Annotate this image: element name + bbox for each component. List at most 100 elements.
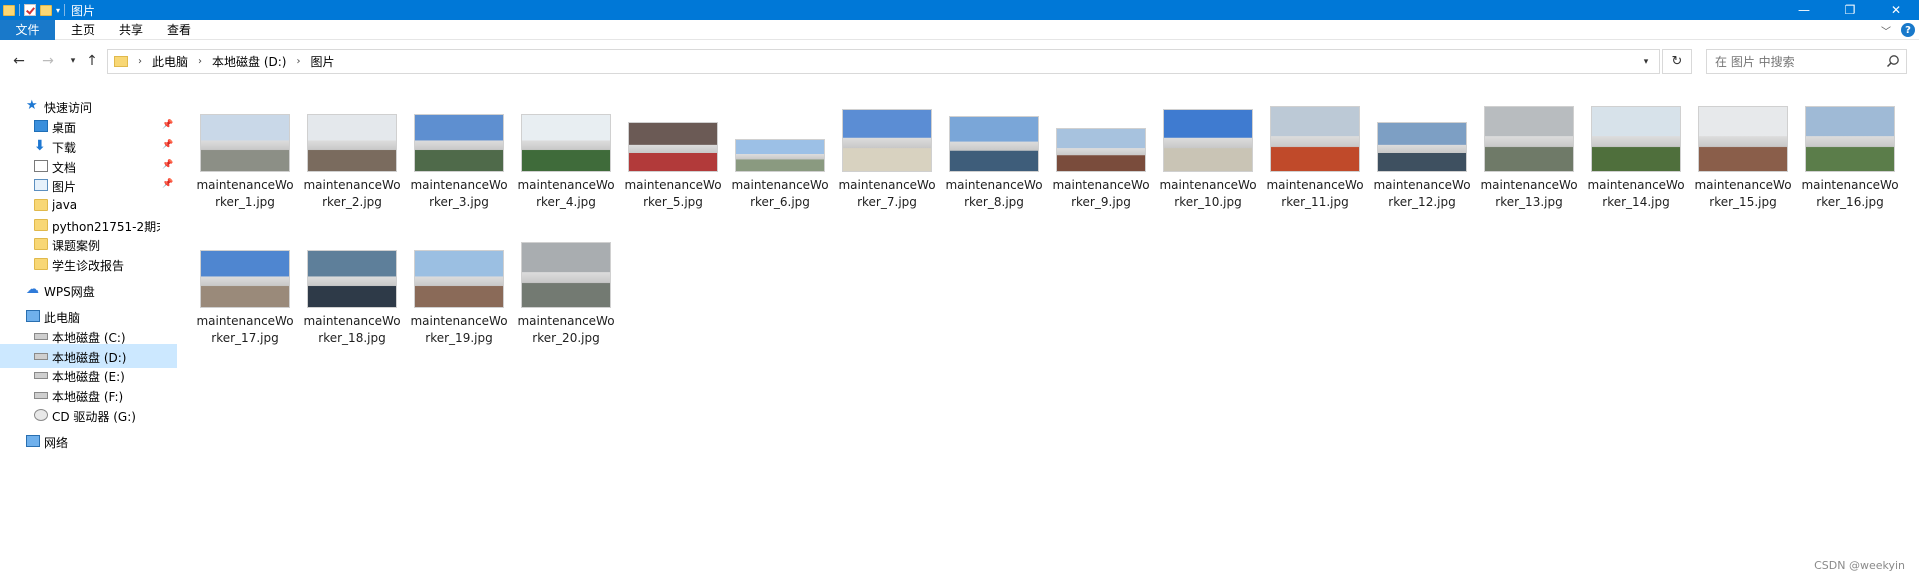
image-thumbnail [307, 114, 397, 172]
file-item[interactable]: maintenanceWorker_16.jpg [1799, 102, 1901, 211]
recent-locations-chevron-icon[interactable]: ▾ [66, 51, 80, 71]
file-name: maintenanceWorker_1.jpg [196, 178, 294, 209]
file-name: maintenanceWorker_20.jpg [517, 314, 615, 345]
image-thumbnail [200, 250, 290, 308]
help-icon[interactable]: ? [1901, 23, 1915, 37]
image-thumbnail [414, 114, 504, 172]
search-input[interactable] [1707, 51, 1877, 72]
thumbnail-frame [515, 238, 617, 308]
sidebar-item[interactable]: CD 驱动器 (G:) [0, 403, 177, 427]
file-name: maintenanceWorker_18.jpg [303, 314, 401, 345]
sidebar-item-label: WPS网盘 [44, 285, 95, 299]
pin-icon: 📌 [162, 120, 174, 130]
file-item[interactable]: maintenanceWorker_15.jpg [1692, 102, 1794, 211]
thumbnail-frame [1157, 102, 1259, 172]
minimize-button[interactable]: — [1781, 0, 1827, 20]
navigation-bar: ← → ▾ ↑ › 此电脑 › 本地磁盘 (D:) › 图片 ▾ ↻ [0, 41, 1919, 82]
tab-share[interactable]: 共享 [107, 20, 155, 40]
file-name: maintenanceWorker_7.jpg [838, 178, 936, 209]
back-button[interactable]: ← [9, 51, 29, 71]
file-item[interactable]: maintenanceWorker_13.jpg [1478, 102, 1580, 211]
desktop-icon [34, 120, 48, 132]
drive-icon [34, 372, 48, 379]
file-item[interactable]: maintenanceWorker_12.jpg [1371, 102, 1473, 211]
expand-ribbon-icon[interactable]: ﹀ [1881, 23, 1891, 38]
folder-icon [114, 56, 128, 67]
breadcrumb-this-pc[interactable]: 此电脑 [152, 53, 188, 70]
address-history-chevron-icon[interactable]: ▾ [1633, 50, 1659, 73]
file-name: maintenanceWorker_3.jpg [410, 178, 508, 209]
file-name: maintenanceWorker_14.jpg [1587, 178, 1685, 209]
file-item[interactable]: maintenanceWorker_17.jpg [194, 238, 296, 347]
folder-icon [34, 219, 48, 231]
file-item[interactable]: maintenanceWorker_18.jpg [301, 238, 403, 347]
separator [64, 4, 66, 16]
thumbnail-frame [408, 238, 510, 308]
file-item[interactable]: maintenanceWorker_7.jpg [836, 102, 938, 211]
file-item[interactable]: maintenanceWorker_14.jpg [1585, 102, 1687, 211]
sidebar-item-label: 网络 [44, 436, 69, 450]
file-name: maintenanceWorker_10.jpg [1159, 178, 1257, 209]
forward-button[interactable]: → [38, 51, 58, 71]
up-button[interactable]: ↑ [82, 51, 102, 71]
chevron-right-icon[interactable]: › [198, 56, 202, 67]
title-bar: ▾ 图片 — ❐ ✕ [0, 0, 1919, 20]
file-item[interactable]: maintenanceWorker_1.jpg [194, 102, 296, 211]
chevron-right-icon[interactable]: › [296, 56, 300, 67]
close-button[interactable]: ✕ [1873, 0, 1919, 20]
drive-icon [34, 333, 48, 340]
file-item[interactable]: maintenanceWorker_5.jpg [622, 102, 724, 211]
address-bar[interactable]: › 此电脑 › 本地磁盘 (D:) › 图片 ▾ [107, 49, 1660, 74]
file-name: maintenanceWorker_6.jpg [731, 178, 829, 209]
file-item[interactable]: maintenanceWorker_2.jpg [301, 102, 403, 211]
document-icon [34, 160, 48, 172]
maximize-button[interactable]: ❐ [1827, 0, 1873, 20]
ribbon-tabs: 文件 主页 共享 查看 ﹀ ? [0, 19, 1919, 40]
search-icon[interactable] [1886, 54, 1900, 68]
file-item[interactable]: maintenanceWorker_8.jpg [943, 102, 1045, 211]
file-name: maintenanceWorker_19.jpg [410, 314, 508, 345]
image-thumbnail [842, 109, 932, 172]
file-item[interactable]: maintenanceWorker_10.jpg [1157, 102, 1259, 211]
computer-icon [26, 310, 40, 322]
sidebar-item[interactable]: 学生诊改报告 [0, 252, 177, 276]
thumbnail-frame [194, 102, 296, 172]
folder-icon [3, 4, 15, 16]
tab-home[interactable]: 主页 [55, 20, 107, 40]
tab-file[interactable]: 文件 [0, 19, 55, 40]
folder-icon [34, 199, 48, 211]
thumbnail-frame [1050, 102, 1152, 172]
sidebar-item[interactable]: 网络 [0, 429, 177, 453]
customize-quick-access-icon[interactable]: ▾ [56, 6, 60, 15]
file-name: maintenanceWorker_16.jpg [1801, 178, 1899, 209]
file-item[interactable]: maintenanceWorker_19.jpg [408, 238, 510, 347]
refresh-button[interactable]: ↻ [1662, 49, 1692, 74]
image-thumbnail [1698, 106, 1788, 172]
thumbnail-frame [1799, 102, 1901, 172]
file-name: maintenanceWorker_11.jpg [1266, 178, 1364, 209]
chevron-right-icon[interactable]: › [138, 56, 142, 67]
sidebar-item-label: java [52, 198, 78, 212]
image-thumbnail [1270, 106, 1360, 172]
sidebar-item[interactable]: ☁ WPS网盘 [0, 278, 177, 302]
file-name: maintenanceWorker_9.jpg [1052, 178, 1150, 209]
network-icon [26, 435, 40, 447]
file-item[interactable]: maintenanceWorker_9.jpg [1050, 102, 1152, 211]
file-item[interactable]: maintenanceWorker_6.jpg [729, 102, 831, 211]
tab-view[interactable]: 查看 [155, 20, 203, 40]
file-item[interactable]: maintenanceWorker_4.jpg [515, 102, 617, 211]
file-item[interactable]: maintenanceWorker_11.jpg [1264, 102, 1366, 211]
file-item[interactable]: maintenanceWorker_3.jpg [408, 102, 510, 211]
pictures-icon [34, 179, 48, 191]
image-thumbnail [307, 250, 397, 308]
properties-icon[interactable] [24, 4, 36, 16]
image-thumbnail [1484, 106, 1574, 172]
search-box[interactable] [1706, 49, 1907, 74]
thumbnail-frame [1371, 102, 1473, 172]
new-folder-icon[interactable] [40, 4, 52, 16]
breadcrumb-drive-d[interactable]: 本地磁盘 (D:) [212, 53, 286, 70]
file-item[interactable]: maintenanceWorker_20.jpg [515, 238, 617, 347]
file-name: maintenanceWorker_5.jpg [624, 178, 722, 209]
image-thumbnail [735, 139, 825, 172]
breadcrumb-pictures[interactable]: 图片 [310, 53, 334, 70]
